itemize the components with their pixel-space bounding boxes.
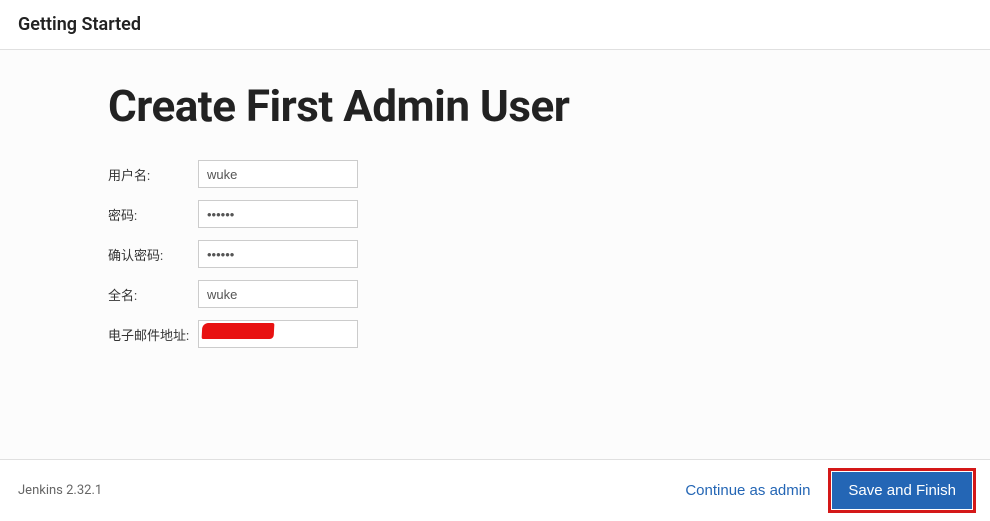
form-row-email: 电子邮件地址:: [108, 320, 882, 348]
confirm-password-label: 确认密码:: [108, 245, 198, 264]
main-content: Create First Admin User 用户名: 密码: 确认密码: 全…: [0, 50, 990, 459]
save-and-finish-button[interactable]: Save and Finish: [832, 472, 972, 509]
page-title: Create First Admin User: [108, 80, 882, 132]
username-input[interactable]: [198, 160, 358, 188]
redaction-mark: [202, 323, 275, 339]
footer: Jenkins 2.32.1 Continue as admin Save an…: [0, 459, 990, 521]
email-label: 电子邮件地址:: [108, 325, 198, 344]
form-row-username: 用户名:: [108, 160, 882, 188]
continue-as-admin-button[interactable]: Continue as admin: [681, 474, 814, 507]
form-row-fullname: 全名:: [108, 280, 882, 308]
password-label: 密码:: [108, 205, 198, 224]
header-title: Getting Started: [18, 14, 972, 35]
confirm-password-input[interactable]: [198, 240, 358, 268]
footer-actions: Continue as admin Save and Finish: [681, 472, 972, 509]
username-label: 用户名:: [108, 165, 198, 184]
password-input[interactable]: [198, 200, 358, 228]
form-row-password: 密码:: [108, 200, 882, 228]
fullname-label: 全名:: [108, 285, 198, 304]
form-row-confirm-password: 确认密码:: [108, 240, 882, 268]
header: Getting Started: [0, 0, 990, 50]
fullname-input[interactable]: [198, 280, 358, 308]
version-label: Jenkins 2.32.1: [18, 483, 102, 498]
